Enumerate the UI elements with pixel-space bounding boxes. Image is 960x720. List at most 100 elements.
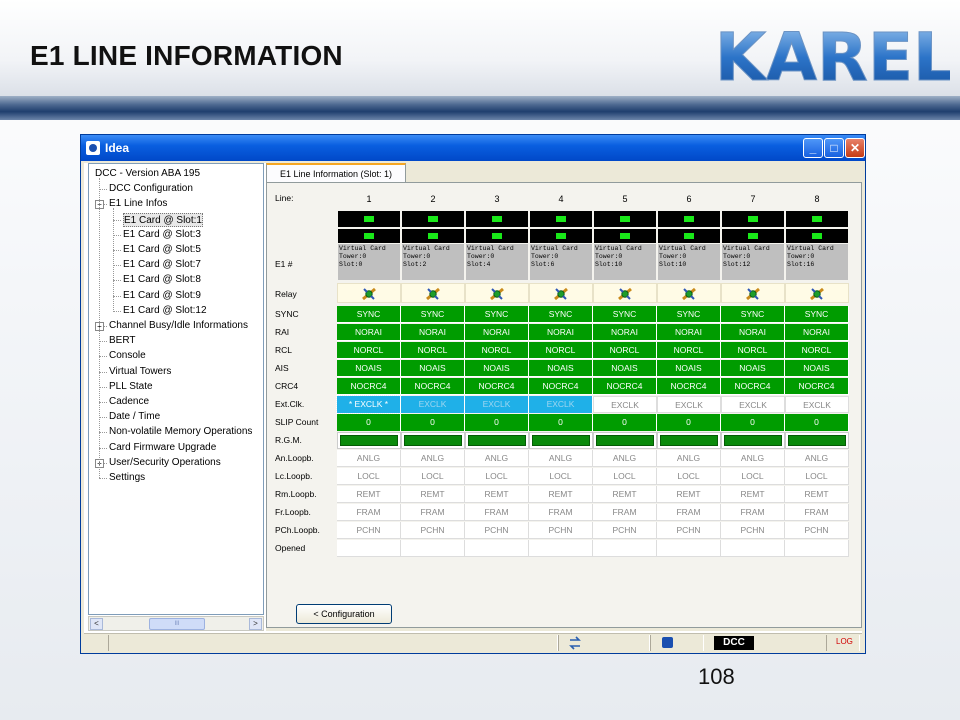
relay-cell[interactable] — [337, 283, 401, 303]
tree-item[interactable]: DCC Configuration — [109, 182, 193, 196]
status-cell-an-loopb-[interactable]: ANLG — [529, 450, 593, 467]
status-cell-an-loopb-[interactable]: ANLG — [593, 450, 657, 467]
status-cell-rcl: NORCL — [529, 342, 593, 359]
tree-item[interactable]: Cadence — [109, 395, 149, 409]
tree-item[interactable]: Card Firmware Upgrade — [109, 441, 216, 455]
status-cell-an-loopb-[interactable]: ANLG — [401, 450, 465, 467]
tree-item[interactable]: Date / Time — [109, 410, 160, 424]
status-cell-fr-loopb-[interactable]: FRAM — [593, 504, 657, 521]
tree-item[interactable]: PLL State — [109, 380, 153, 394]
tree-connector — [99, 432, 107, 434]
tree-item[interactable]: E1 Card @ Slot:9 — [123, 289, 201, 303]
tree-item[interactable]: Console — [109, 349, 146, 363]
status-cell-an-loopb-[interactable]: ANLG — [465, 450, 529, 467]
status-cell-rm-loopb-[interactable]: REMT — [465, 486, 529, 503]
relay-icon — [426, 287, 440, 301]
line-led-indicator — [492, 233, 502, 239]
status-cell-rm-loopb-[interactable]: REMT — [593, 486, 657, 503]
tree-connector — [113, 250, 121, 251]
tree-item[interactable]: E1 Card @ Slot:3 — [123, 228, 201, 242]
relay-icon — [746, 287, 760, 301]
status-cell-ext-clk-: EXCLK — [401, 396, 465, 413]
scroll-left-arrow-icon[interactable]: < — [90, 618, 103, 630]
status-cell-rm-loopb-[interactable]: REMT — [721, 486, 785, 503]
status-cell-rm-loopb-[interactable]: REMT — [401, 486, 465, 503]
status-cell-lc-loopb-[interactable]: LOCL — [657, 468, 721, 485]
window-titlebar[interactable]: Idea _ □ ✕ — [81, 135, 865, 161]
tree-item[interactable]: E1 Card @ Slot:8 — [123, 273, 201, 287]
tree-item[interactable]: Virtual Towers — [109, 365, 171, 379]
tree-item[interactable]: E1 Card @ Slot:12 — [123, 304, 207, 318]
tree-item[interactable]: DCC - Version ABA 195 — [95, 167, 200, 181]
status-cell-fr-loopb-[interactable]: FRAM — [401, 504, 465, 521]
status-cell-fr-loopb-[interactable]: FRAM — [529, 504, 593, 521]
relay-icon — [362, 287, 376, 301]
tab-e1-line-information[interactable]: E1 Line Information (Slot: 1) — [266, 163, 406, 183]
line-status-cell — [658, 211, 720, 227]
relay-cell[interactable] — [529, 283, 593, 303]
relay-cell[interactable] — [785, 283, 849, 303]
status-cell-pch-loopb-[interactable]: PCHN — [401, 522, 465, 539]
line-status-cell — [466, 229, 528, 243]
status-cell-lc-loopb-[interactable]: LOCL — [337, 468, 401, 485]
line-status-cell — [594, 211, 656, 227]
log-indicator[interactable]: LOG — [836, 637, 853, 646]
maximize-button[interactable]: □ — [824, 138, 844, 158]
status-cell-rm-loopb-[interactable]: REMT — [785, 486, 849, 503]
status-cell-lc-loopb-[interactable]: LOCL — [529, 468, 593, 485]
status-cell-lc-loopb-[interactable]: LOCL — [465, 468, 529, 485]
scroll-right-arrow-icon[interactable]: > — [249, 618, 262, 630]
relay-cell[interactable] — [657, 283, 721, 303]
scroll-thumb[interactable]: III — [149, 618, 205, 630]
status-cell-rm-loopb-[interactable]: REMT — [657, 486, 721, 503]
line-status-cell — [658, 229, 720, 243]
status-cell-opened — [593, 540, 657, 557]
row-label-rcl: RCL — [275, 345, 293, 355]
status-cell-lc-loopb-[interactable]: LOCL — [593, 468, 657, 485]
status-cell-fr-loopb-[interactable]: FRAM — [721, 504, 785, 521]
tree-item[interactable]: E1 Line Infos — [109, 197, 167, 211]
status-cell-pch-loopb-[interactable]: PCHN — [785, 522, 849, 539]
status-cell-sync: SYNC — [465, 306, 529, 323]
tree-item[interactable]: E1 Card @ Slot:7 — [123, 258, 201, 272]
app-icon — [86, 141, 100, 155]
status-cell-pch-loopb-[interactable]: PCHN — [721, 522, 785, 539]
configuration-button[interactable]: < Configuration — [296, 604, 392, 624]
status-cell-pch-loopb-[interactable]: PCHN — [465, 522, 529, 539]
status-cell-rm-loopb-[interactable]: REMT — [337, 486, 401, 503]
relay-cell[interactable] — [401, 283, 465, 303]
line-status-cell — [530, 229, 592, 243]
status-cell-fr-loopb-[interactable]: FRAM — [785, 504, 849, 521]
status-cell-fr-loopb-[interactable]: FRAM — [337, 504, 401, 521]
tree-item[interactable]: BERT — [109, 334, 136, 348]
status-cell-rm-loopb-[interactable]: REMT — [529, 486, 593, 503]
relay-cell[interactable] — [593, 283, 657, 303]
status-cell-lc-loopb-[interactable]: LOCL — [721, 468, 785, 485]
relay-cell[interactable] — [721, 283, 785, 303]
status-cell-pch-loopb-[interactable]: PCHN — [529, 522, 593, 539]
tree-item[interactable]: E1 Card @ Slot:1 — [123, 212, 203, 227]
tree-item[interactable]: E1 Card @ Slot:5 — [123, 243, 201, 257]
status-cell-lc-loopb-[interactable]: LOCL — [785, 468, 849, 485]
status-cell-fr-loopb-[interactable]: FRAM — [465, 504, 529, 521]
status-cell-an-loopb-[interactable]: ANLG — [337, 450, 401, 467]
status-cell-pch-loopb-[interactable]: PCHN — [593, 522, 657, 539]
status-cell-lc-loopb-[interactable]: LOCL — [401, 468, 465, 485]
tree-item[interactable]: Settings — [109, 471, 145, 485]
rgm-cell — [593, 432, 657, 449]
tree-item[interactable]: User/Security Operations — [109, 456, 221, 470]
status-cell-pch-loopb-[interactable]: PCHN — [657, 522, 721, 539]
status-cell-pch-loopb-[interactable]: PCHN — [337, 522, 401, 539]
status-cell-an-loopb-[interactable]: ANLG — [657, 450, 721, 467]
minimize-button[interactable]: _ — [803, 138, 823, 158]
navigation-tree[interactable]: DCC - Version ABA 195 DCC Configuration − E… — [88, 163, 264, 615]
tree-item[interactable]: Channel Busy/Idle Informations — [109, 319, 248, 333]
status-cell-an-loopb-[interactable]: ANLG — [785, 450, 849, 467]
relay-cell[interactable] — [465, 283, 529, 303]
close-button[interactable]: ✕ — [845, 138, 865, 158]
status-cell-fr-loopb-[interactable]: FRAM — [657, 504, 721, 521]
tree-item[interactable]: Non-volatile Memory Operations — [109, 425, 252, 439]
tree-horizontal-scrollbar[interactable]: < III > — [88, 616, 264, 631]
relay-icon — [682, 287, 696, 301]
status-cell-an-loopb-[interactable]: ANLG — [721, 450, 785, 467]
